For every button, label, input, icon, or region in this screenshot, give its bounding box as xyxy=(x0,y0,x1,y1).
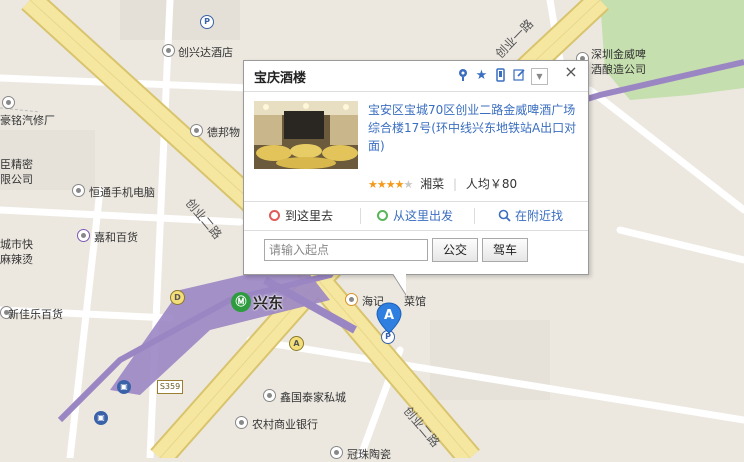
poi-info-popup: 宝庆酒楼 ★ ▼ × 宝安区宝城70区创业二路金威啤酒广场综合楼17号(环中线兴… xyxy=(243,60,589,275)
red-dot-icon xyxy=(269,210,280,221)
poi-label[interactable]: 鑫国泰家私城 xyxy=(280,389,346,405)
phone-icon[interactable] xyxy=(493,68,508,83)
route-shield: S359 xyxy=(157,380,183,394)
search-icon xyxy=(498,209,511,222)
popup-tail xyxy=(392,272,406,294)
poi-icon[interactable] xyxy=(330,446,343,459)
subway-exit-a-icon[interactable]: A xyxy=(289,336,304,351)
restaurant-poi-icon[interactable] xyxy=(345,293,358,306)
close-icon[interactable]: × xyxy=(563,64,579,80)
subway-exit-d-icon[interactable]: D xyxy=(170,290,185,305)
green-dot-icon xyxy=(377,210,388,221)
poi-label[interactable]: 城市快 xyxy=(0,236,33,252)
edit-icon[interactable] xyxy=(512,68,527,83)
start-point-input[interactable]: 请输入起点 xyxy=(264,239,428,261)
bank-poi-icon[interactable] xyxy=(235,416,248,429)
poi-label[interactable]: 豪铭汽修厂 xyxy=(0,112,55,128)
poi-label[interactable]: 嘉和百货 xyxy=(94,229,138,245)
bus-stop-icon[interactable]: ▣ xyxy=(117,380,131,394)
rating-stars: ★★★★★ xyxy=(368,178,413,191)
parking-icon[interactable]: P xyxy=(200,15,214,29)
tab-search-nearby[interactable]: 在附近找 xyxy=(498,202,563,230)
drive-button[interactable]: 驾车 xyxy=(482,238,528,262)
cuisine-label: 湘菜 xyxy=(420,177,445,191)
locate-icon[interactable] xyxy=(455,68,470,83)
popup-title[interactable]: 宝庆酒楼 xyxy=(254,67,306,86)
popup-meta: ★★★★★ 湘菜 | 人均￥80 xyxy=(368,177,518,191)
tab-go-here[interactable]: 到这里去 xyxy=(269,202,333,230)
poi-label[interactable]: 酒酿造公司 xyxy=(591,61,646,77)
transit-button[interactable]: 公交 xyxy=(432,238,478,262)
poi-label[interactable]: 深圳金威啤 xyxy=(591,46,646,62)
poi-label[interactable]: 德邦物 xyxy=(207,124,240,140)
svg-text:A: A xyxy=(384,308,394,323)
poi-icon[interactable] xyxy=(2,96,15,109)
poi-label[interactable]: 麻辣烫 xyxy=(0,251,33,267)
dropdown-icon[interactable]: ▼ xyxy=(531,68,548,85)
restaurant-photo[interactable] xyxy=(254,101,358,169)
poi-label[interactable]: 冠珠陶瓷 xyxy=(347,446,391,462)
station-name[interactable]: 兴东 xyxy=(253,292,283,313)
poi-label[interactable]: 创兴达酒店 xyxy=(178,44,233,60)
favorite-icon[interactable]: ★ xyxy=(474,68,489,83)
metro-icon[interactable]: Ⓜ xyxy=(231,292,251,312)
poi-label[interactable]: 农村商业银行 xyxy=(252,416,318,432)
poi-label[interactable]: 限公司 xyxy=(0,171,33,187)
tab-start-from-here[interactable]: 从这里出发 xyxy=(377,202,453,230)
bus-stop-icon[interactable]: ▣ xyxy=(94,411,108,425)
poi-label[interactable]: 新佳乐百货 xyxy=(8,306,63,322)
location-marker-icon[interactable]: A xyxy=(376,302,402,334)
poi-label[interactable]: 菜馆 xyxy=(404,293,426,309)
shop-poi-icon[interactable] xyxy=(77,229,90,242)
route-tabs: 到这里去 从这里出发 在附近找 xyxy=(244,201,588,231)
poi-label[interactable]: 恒通手机电脑 xyxy=(89,184,155,200)
hotel-poi-icon[interactable] xyxy=(162,44,175,57)
poi-label[interactable]: 臣精密 xyxy=(0,156,33,172)
avg-price-label: 人均￥80 xyxy=(465,177,518,191)
poi-icon[interactable] xyxy=(72,184,85,197)
popup-divider xyxy=(244,91,588,92)
poi-icon[interactable] xyxy=(263,389,276,402)
popup-address[interactable]: 宝安区宝城70区创业二路金威啤酒广场综合楼17号(环中线兴东地铁站A出口对面) xyxy=(368,101,578,155)
poi-icon[interactable] xyxy=(190,124,203,137)
